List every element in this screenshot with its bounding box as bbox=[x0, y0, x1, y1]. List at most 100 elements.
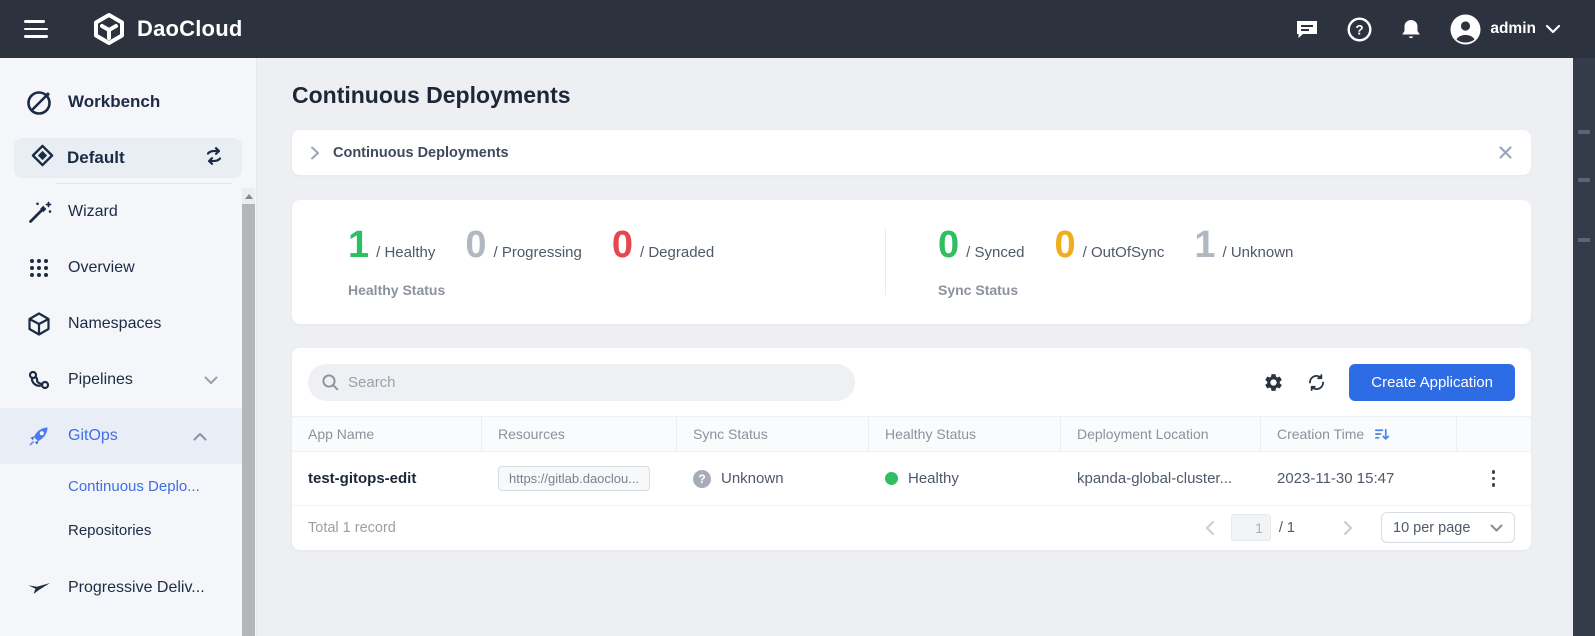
sidebar-item-gitops[interactable]: GitOps bbox=[0, 408, 245, 464]
cell-resource-chip[interactable]: https://gitlab.daoclou... bbox=[498, 466, 650, 491]
table-toolbar: Create Application bbox=[292, 348, 1531, 416]
user-menu[interactable]: admin bbox=[1450, 14, 1561, 45]
daocloud-logo-icon bbox=[92, 12, 126, 46]
search-input[interactable] bbox=[348, 374, 842, 391]
stat-unknown-label: / Unknown bbox=[1223, 244, 1294, 261]
healthy-status-title: Healthy Status bbox=[348, 282, 885, 298]
cell-healthy-status: Healthy bbox=[908, 470, 959, 487]
sidebar-item-label: GitOps bbox=[68, 427, 118, 445]
table-row[interactable]: test-gitops-edit https://gitlab.daoclou.… bbox=[292, 452, 1531, 506]
page-scrollbar[interactable] bbox=[1573, 58, 1595, 636]
sidebar-item-label: Overview bbox=[68, 259, 135, 277]
total-records-text: Total 1 record bbox=[308, 520, 396, 536]
stats-divider bbox=[885, 229, 886, 295]
pagination: / 1 10 per page bbox=[1204, 512, 1515, 543]
progressive-delivery-bird-icon bbox=[24, 575, 54, 601]
column-header-actions bbox=[1457, 417, 1531, 451]
next-page-icon[interactable] bbox=[1343, 520, 1354, 536]
switch-workspace-icon[interactable] bbox=[202, 144, 226, 173]
sidebar-item-label: Pipelines bbox=[68, 371, 133, 389]
sidebar-subitem-continuous-deployments[interactable]: Continuous Deplo... bbox=[0, 464, 256, 508]
stat-synced: 0 / Synced bbox=[938, 226, 1025, 264]
healthy-dot-icon bbox=[885, 472, 898, 485]
sidebar-subitem-label: Continuous Deplo... bbox=[68, 478, 200, 495]
cell-deployment-location: kpanda-global-cluster... bbox=[1077, 470, 1232, 487]
stat-outofsync-value: 0 bbox=[1055, 226, 1076, 264]
column-header-creation-time: Creation Time bbox=[1261, 417, 1457, 451]
sidebar-scrollbar[interactable] bbox=[242, 188, 255, 636]
page-size-select[interactable]: 10 per page bbox=[1381, 512, 1515, 543]
sidebar-subitem-repositories[interactable]: Repositories bbox=[0, 508, 256, 552]
select-chevron-down-icon bbox=[1490, 524, 1503, 532]
unknown-question-icon bbox=[693, 470, 711, 488]
sidebar-item-label: Progressive Deliv... bbox=[68, 579, 205, 597]
previous-page-icon[interactable] bbox=[1204, 520, 1215, 536]
total-pages-text: / 1 bbox=[1279, 520, 1295, 536]
sidebar-item-progressive-delivery[interactable]: Progressive Deliv... bbox=[0, 560, 256, 616]
scrollbar-thumb[interactable] bbox=[242, 204, 255, 636]
sync-status-block: 0 / Synced 0 / OutOfSync 1 / Unknown Syn… bbox=[938, 226, 1293, 298]
sidebar-item-wizard[interactable]: Wizard bbox=[0, 184, 256, 240]
chevron-down-icon bbox=[204, 376, 218, 385]
sidebar-item-label: Namespaces bbox=[68, 315, 161, 333]
column-header-deployment-location: Deployment Location bbox=[1061, 417, 1261, 451]
stat-progressing: 0 / Progressing bbox=[465, 226, 582, 264]
notifications-bell-icon[interactable] bbox=[1399, 17, 1423, 41]
workspace-selector[interactable]: Default bbox=[14, 138, 242, 178]
healthy-status-block: 1 / Healthy 0 / Progressing 0 / Degraded… bbox=[348, 226, 885, 298]
breadcrumb-close-icon[interactable] bbox=[1498, 145, 1513, 160]
row-actions-kebab-icon[interactable] bbox=[1492, 470, 1496, 487]
stat-healthy-value: 1 bbox=[348, 226, 369, 264]
sidebar-item-label: Wizard bbox=[68, 203, 118, 221]
sync-status-title: Sync Status bbox=[938, 282, 1293, 298]
stat-degraded-label: / Degraded bbox=[640, 244, 714, 261]
stat-progressing-value: 0 bbox=[465, 226, 486, 264]
refresh-icon[interactable] bbox=[1306, 372, 1327, 393]
cell-app-name[interactable]: test-gitops-edit bbox=[308, 470, 416, 487]
sidebar-item-overview[interactable]: Overview bbox=[0, 240, 256, 296]
stat-synced-value: 0 bbox=[938, 226, 959, 264]
sidebar: Workbench Default bbox=[0, 58, 257, 636]
help-icon[interactable]: ? bbox=[1347, 17, 1372, 42]
scrollbar-up-arrow[interactable] bbox=[242, 188, 255, 204]
column-header-healthy-status: Healthy Status bbox=[869, 417, 1061, 451]
create-application-button[interactable]: Create Application bbox=[1349, 364, 1515, 401]
brand-name: DaoCloud bbox=[137, 16, 242, 42]
sidebar-item-namespaces[interactable]: Namespaces bbox=[0, 296, 256, 352]
page-title: Continuous Deployments bbox=[292, 82, 571, 109]
gitops-rocket-icon bbox=[24, 423, 54, 449]
stat-degraded: 0 / Degraded bbox=[612, 226, 714, 264]
hamburger-menu-icon[interactable] bbox=[24, 20, 48, 38]
wizard-wand-icon bbox=[24, 199, 54, 226]
breadcrumb-current: Continuous Deployments bbox=[333, 145, 509, 161]
search-box[interactable] bbox=[308, 364, 855, 401]
column-header-resources: Resources bbox=[482, 417, 677, 451]
page-size-value: 10 per page bbox=[1393, 520, 1470, 536]
stat-unknown: 1 / Unknown bbox=[1194, 226, 1293, 264]
workbench-icon bbox=[24, 88, 54, 117]
breadcrumb: Continuous Deployments bbox=[292, 130, 1531, 175]
main-content: Continuous Deployments Continuous Deploy… bbox=[257, 58, 1573, 636]
sidebar-item-workbench[interactable]: Workbench bbox=[0, 74, 256, 130]
settings-gear-icon[interactable] bbox=[1263, 372, 1284, 393]
search-icon bbox=[321, 373, 339, 391]
namespaces-cube-icon bbox=[24, 311, 54, 337]
column-header-app-name: App Name bbox=[292, 417, 482, 451]
breadcrumb-chevron-icon bbox=[310, 146, 320, 160]
cell-creation-time: 2023-11-30 15:47 bbox=[1277, 470, 1394, 487]
column-header-sync-status: Sync Status bbox=[677, 417, 869, 451]
page-number-input[interactable] bbox=[1231, 514, 1271, 541]
sidebar-item-pipelines[interactable]: Pipelines bbox=[0, 352, 256, 408]
stat-healthy: 1 / Healthy bbox=[348, 226, 435, 264]
chevron-up-icon bbox=[193, 432, 207, 441]
messages-icon[interactable] bbox=[1294, 17, 1320, 41]
stat-outofsync: 0 / OutOfSync bbox=[1055, 226, 1165, 264]
daocloud-app: DaoCloud ? bbox=[0, 0, 1595, 636]
top-navbar: DaoCloud ? bbox=[0, 0, 1595, 58]
stat-degraded-value: 0 bbox=[612, 226, 633, 264]
stat-outofsync-label: / OutOfSync bbox=[1083, 244, 1165, 261]
table-footer: Total 1 record / 1 10 bbox=[292, 506, 1531, 549]
stat-progressing-label: / Progressing bbox=[493, 244, 581, 261]
brand-logo[interactable]: DaoCloud bbox=[92, 12, 242, 46]
sort-descending-icon[interactable] bbox=[1373, 426, 1390, 443]
